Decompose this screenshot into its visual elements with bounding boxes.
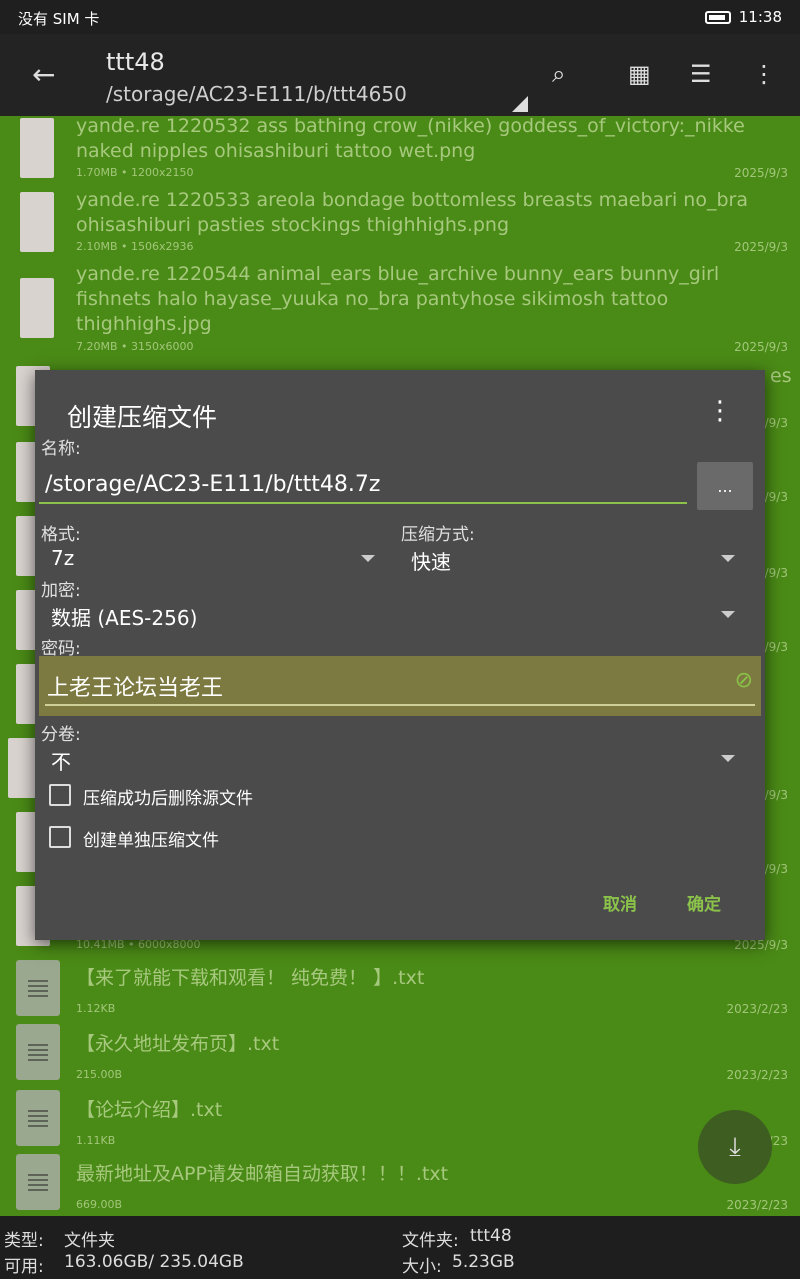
list-item[interactable]: 【论坛介绍】.txt 1.11KB 2023/2/23 (0, 1088, 800, 1152)
file-name: yande.re 1220532 ass bathing crow_(nikke… (76, 115, 745, 162)
size-label: 大小: (402, 1257, 442, 1277)
list-item[interactable]: 最新地址及APP请发邮箱自动获取！！！.txt 669.00B 2023/2/2… (0, 1152, 800, 1216)
format-label: 格式: (41, 525, 81, 545)
grid-icon[interactable]: ▦ (628, 60, 651, 88)
file-size: 669.00B (76, 1198, 123, 1211)
file-name: 【永久地址发布页】.txt (76, 1033, 280, 1055)
file-size: 1.11KB (76, 1134, 116, 1147)
folder-title: ttt48 (106, 48, 165, 76)
split-select[interactable]: 不 (51, 746, 71, 775)
encrypt-label: 加密: (41, 581, 81, 601)
password-field[interactable]: 上老王论坛当老王 ⊘ (39, 656, 761, 716)
more-vert-icon[interactable]: ⋮ (752, 60, 776, 88)
text-file-icon (16, 1154, 60, 1210)
file-date: 2025/9/3 (734, 938, 788, 952)
eye-off-icon[interactable]: ⊘ (735, 668, 753, 693)
size-value: 5.23GB (452, 1252, 515, 1272)
split-label: 分卷: (41, 725, 81, 745)
file-date: 2025/9/3 (734, 240, 788, 254)
more-vert-icon[interactable]: ⋮ (707, 396, 733, 426)
encrypt-select[interactable]: 数据 (AES-256) (51, 602, 197, 631)
file-name: 【来了就能下载和观看！ 纯免费！ 】.txt (76, 967, 425, 989)
file-name: yande.re 1220544 animal_ears blue_archiv… (76, 263, 720, 335)
thumbnail (20, 118, 54, 178)
browse-button[interactable]: ... (697, 462, 753, 510)
file-meta: 7.20MB • 3150x6000 (76, 340, 194, 353)
file-date: 2023/2/23 (726, 1002, 788, 1016)
text-file-icon (16, 960, 60, 1016)
folder-label: 文件夹: (402, 1231, 459, 1251)
file-meta: 1.70MB • 1200x2150 (76, 166, 194, 179)
arrow-left-icon[interactable]: ← (32, 58, 55, 91)
download-icon: ⤓ (729, 1131, 741, 1162)
file-name-peek: es (770, 365, 792, 387)
list-icon[interactable]: ☰ (690, 60, 712, 88)
dialog-title: 创建压缩文件 (67, 403, 218, 432)
clock: 11:38 (738, 8, 782, 26)
folder-value: ttt48 (470, 1226, 512, 1246)
file-meta: 2.10MB • 1506x2936 (76, 240, 194, 253)
chevron-down-icon[interactable] (721, 611, 735, 618)
separate-archive-label[interactable]: 创建单独压缩文件 (83, 826, 219, 851)
download-fab[interactable]: ⤓ (698, 1110, 772, 1184)
chevron-down-icon[interactable] (361, 555, 375, 562)
text-file-icon (16, 1090, 60, 1146)
list-item[interactable]: 【来了就能下载和观看！ 纯免费！ 】.txt 1.12KB 2023/2/23 (0, 958, 800, 1022)
file-date: 2023/2/23 (726, 1198, 788, 1212)
available-value: 163.06GB/ 235.04GB (64, 1252, 244, 1272)
chevron-down-icon[interactable] (721, 755, 735, 762)
path-dropdown-icon[interactable] (512, 96, 528, 112)
delete-source-checkbox[interactable] (49, 784, 71, 806)
folder-path[interactable]: /storage/AC23-E111/b/ttt4650 (106, 82, 407, 106)
file-name: 【论坛介绍】.txt (76, 1099, 223, 1121)
delete-source-label[interactable]: 压缩成功后删除源文件 (83, 784, 253, 809)
ok-button[interactable]: 确定 (687, 890, 721, 915)
format-select[interactable]: 7z (51, 546, 74, 570)
file-date: 2025/9/3 (734, 166, 788, 180)
available-label: 可用: (4, 1257, 44, 1277)
separate-archive-checkbox[interactable] (49, 826, 71, 848)
text-file-icon (16, 1024, 60, 1080)
list-item[interactable]: yande.re 1220532 ass bathing crow_(nikke… (0, 115, 800, 186)
chevron-down-icon[interactable] (721, 555, 735, 562)
type-value: 文件夹 (64, 1231, 115, 1251)
carrier-text: 没有 SIM 卡 (18, 10, 100, 28)
list-item[interactable]: yande.re 1220544 animal_ears blue_archiv… (0, 263, 800, 354)
list-item[interactable]: 【永久地址发布页】.txt 215.00B 2023/2/23 (0, 1022, 800, 1086)
thumbnail (20, 192, 54, 252)
app-bar: ← ttt48 /storage/AC23-E111/b/ttt4650 ⌕ ▦… (0, 34, 800, 116)
file-date: 2023/2/23 (726, 1068, 788, 1082)
type-label: 类型: (4, 1231, 44, 1251)
battery-icon (704, 10, 731, 24)
file-name: yande.re 1220533 areola bondage bottomle… (76, 189, 748, 236)
password-value: 上老王论坛当老王 (47, 676, 224, 701)
file-name: 最新地址及APP请发邮箱自动获取！！！.txt (76, 1163, 449, 1185)
field-underline (45, 704, 755, 706)
create-archive-dialog: 创建压缩文件 ⋮ 名称: ... 格式: 7z 压缩方式: 快速 加密: 数据 … (35, 370, 765, 940)
archive-name-input[interactable] (39, 466, 687, 504)
search-icon[interactable]: ⌕ (552, 60, 565, 88)
thumbnail (20, 278, 54, 338)
file-size: 215.00B (76, 1068, 123, 1081)
status-right: 11:38 (704, 8, 782, 26)
list-item[interactable]: yande.re 1220533 areola bondage bottomle… (0, 189, 800, 260)
name-label: 名称: (41, 439, 81, 459)
file-size: 1.12KB (76, 1002, 116, 1015)
status-bar: 没有 SIM 卡 11:38 (0, 0, 800, 34)
bottom-info-bar: 类型: 文件夹 可用: 163.06GB/ 235.04GB 文件夹: ttt4… (0, 1216, 800, 1279)
cancel-button[interactable]: 取消 (603, 890, 637, 915)
method-select[interactable]: 快速 (411, 546, 451, 575)
file-date: 2025/9/3 (734, 340, 788, 354)
method-label: 压缩方式: (401, 525, 475, 545)
